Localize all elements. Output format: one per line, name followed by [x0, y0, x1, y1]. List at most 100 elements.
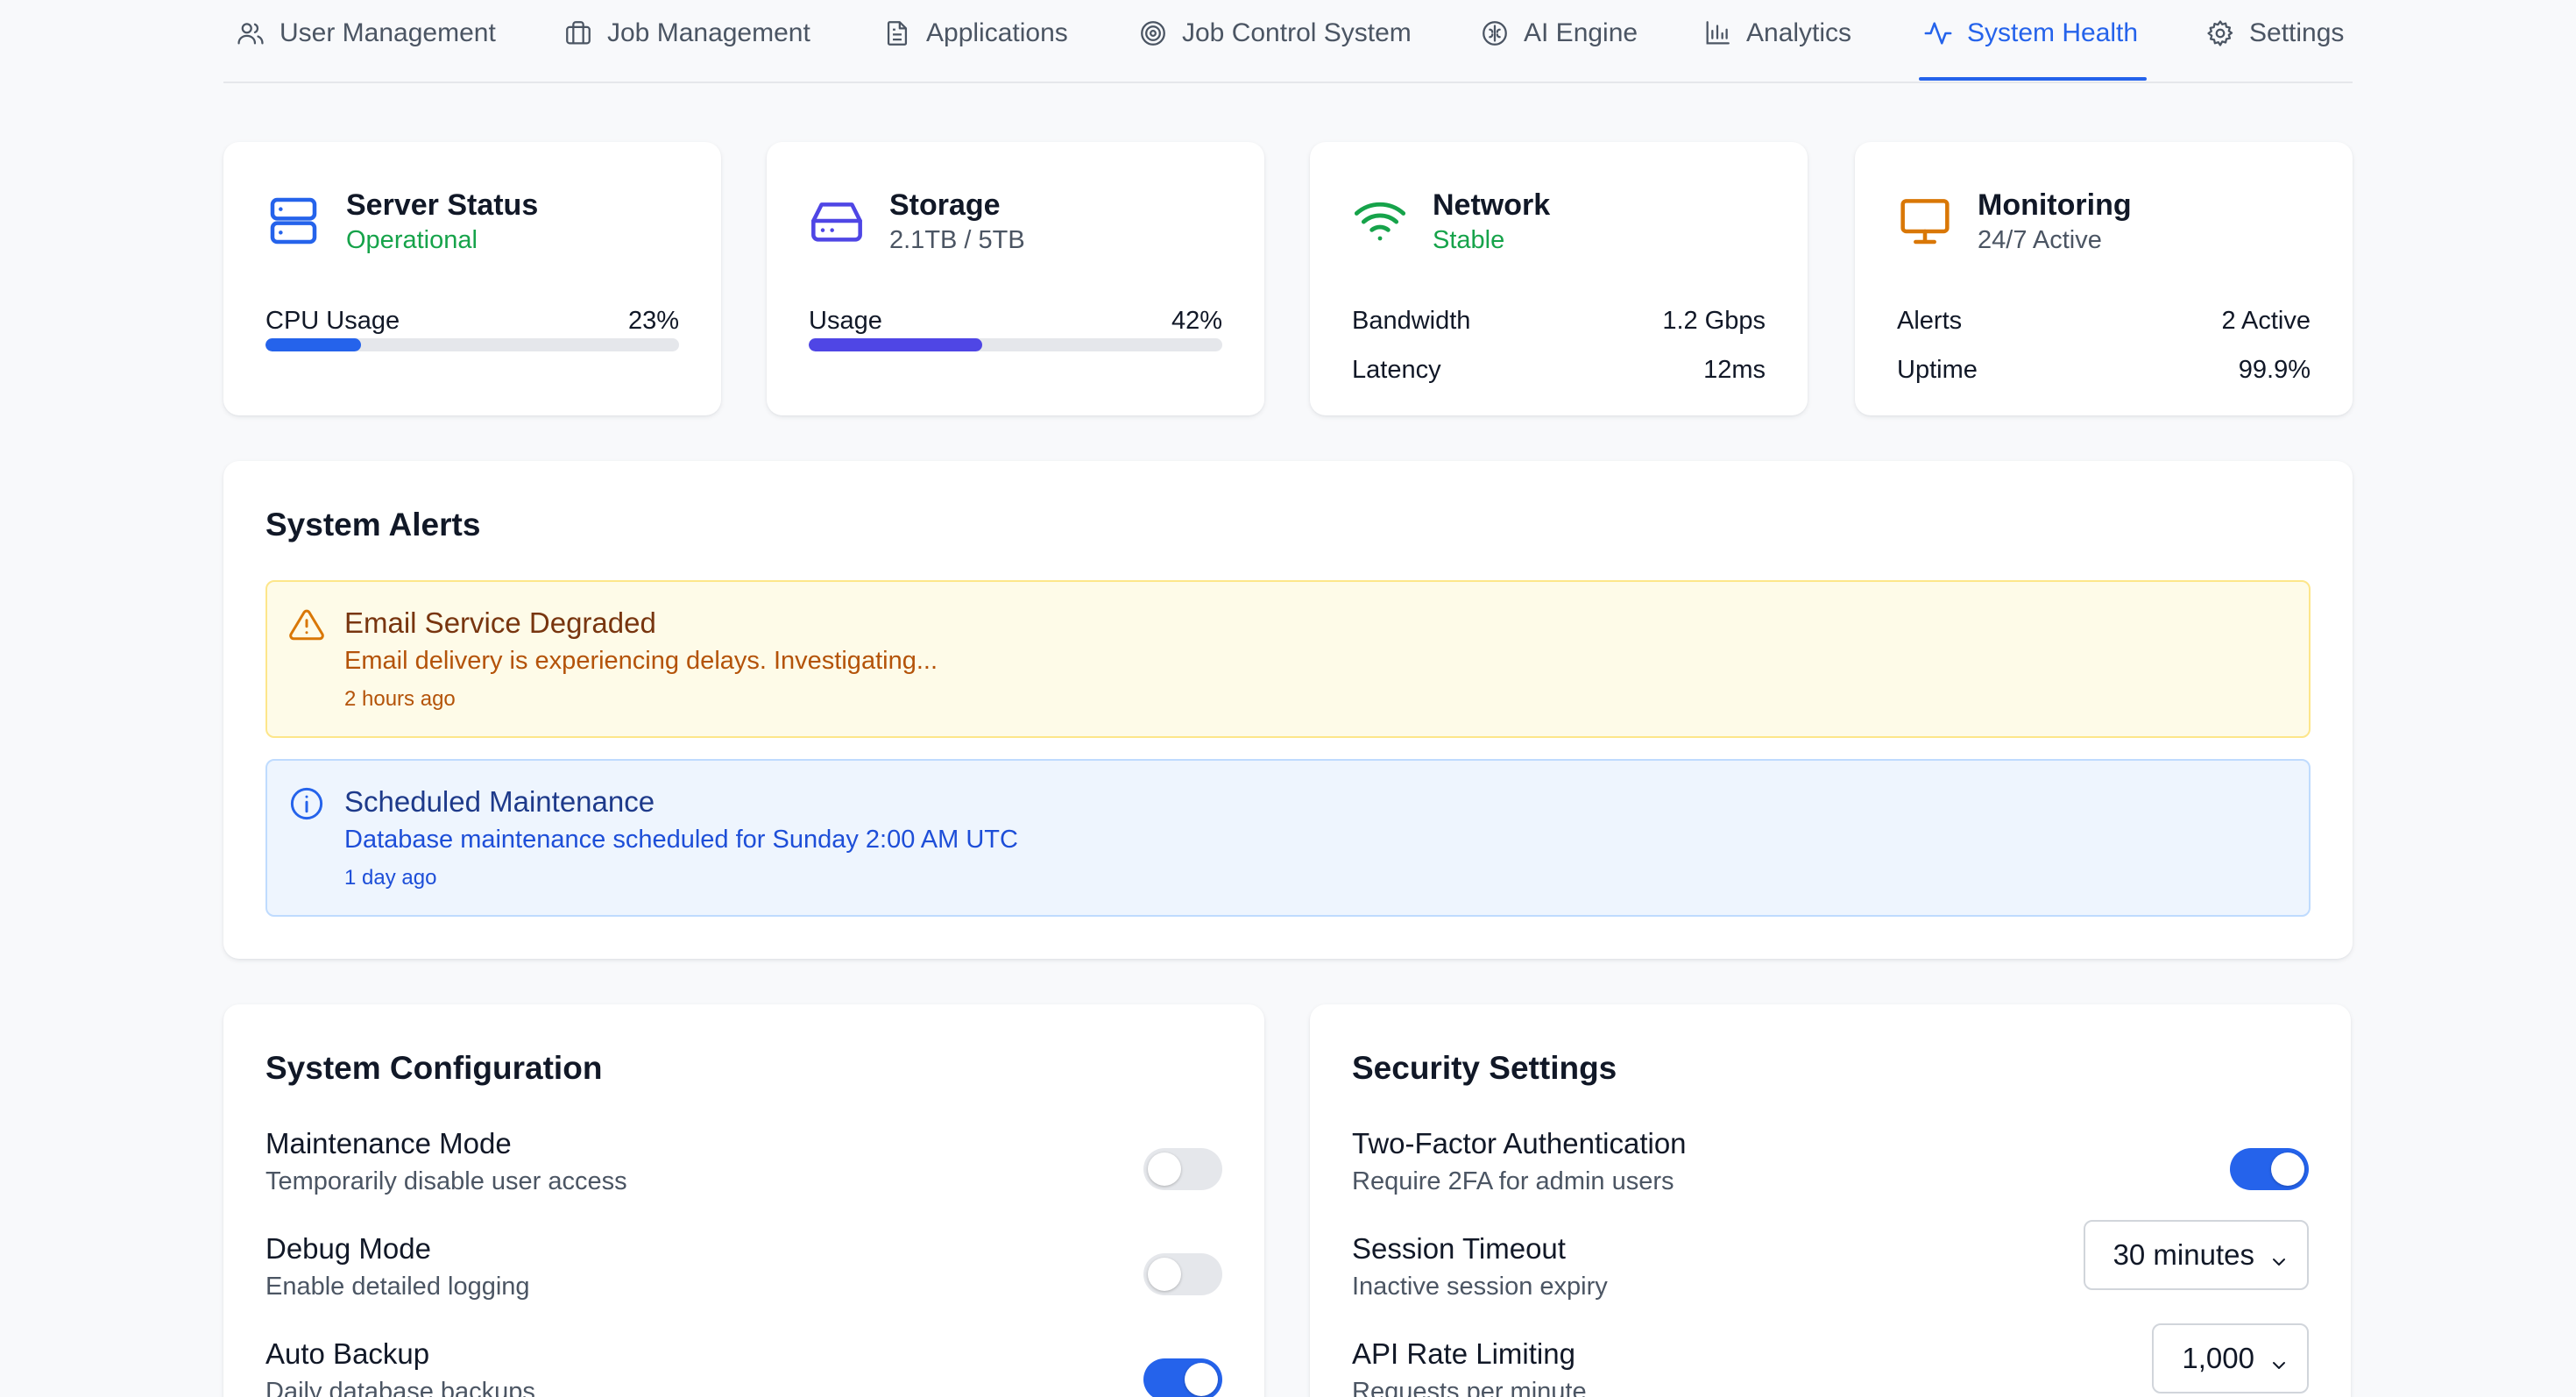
- metric-value: 2 Active: [2221, 307, 2311, 335]
- tab-label: User Management: [280, 18, 496, 47]
- tab-label: AI Engine: [1524, 18, 1638, 47]
- select-value: 30 minutes: [2112, 1238, 2254, 1271]
- warning-triangle-icon: [288, 606, 325, 643]
- bar-chart-icon: [1702, 18, 1732, 48]
- info-circle-icon: [288, 785, 325, 822]
- brain-icon: [1480, 18, 1510, 48]
- setting-auto-backup: Auto Backup Daily database backups: [265, 1337, 1222, 1397]
- setting-label: API Rate Limiting: [1352, 1337, 1575, 1370]
- document-icon: [882, 18, 912, 48]
- activity-icon: [1923, 18, 1953, 48]
- setting-description: Inactive session expiry: [1352, 1273, 1608, 1301]
- setting-description: Temporarily disable user access: [265, 1167, 627, 1195]
- users-icon: [236, 18, 265, 48]
- tab-label: System Health: [1967, 18, 2139, 47]
- setting-label: Auto Backup: [265, 1337, 430, 1370]
- auto-backup-toggle[interactable]: [1143, 1358, 1222, 1397]
- active-tab-indicator: [1919, 77, 2147, 81]
- alert-warning[interactable]: Email Service Degraded Email delivery is…: [265, 580, 2311, 738]
- alert-time: 2 hours ago: [344, 687, 456, 711]
- metric-label: Latency: [1352, 356, 1441, 384]
- tab-job-control-system[interactable]: Job Control System: [1138, 0, 1412, 66]
- server-status-text: Operational: [346, 226, 478, 254]
- toggle-knob: [2271, 1152, 2304, 1186]
- metric-value: 23%: [627, 307, 679, 335]
- top-nav: User Management Job Management Applicati…: [223, 0, 2353, 83]
- setting-maintenance-mode: Maintenance Mode Temporarily disable use…: [265, 1127, 1222, 1215]
- tab-label: Settings: [2249, 18, 2345, 47]
- two-factor-toggle[interactable]: [2230, 1148, 2309, 1190]
- section-title: System Alerts: [265, 507, 481, 542]
- tab-job-management[interactable]: Job Management: [563, 0, 810, 66]
- setting-label: Debug Mode: [265, 1232, 431, 1265]
- select-value: 1,000: [2182, 1342, 2254, 1374]
- metric-label: Uptime: [1897, 356, 1978, 384]
- tab-system-health[interactable]: System Health: [1923, 0, 2138, 66]
- system-configuration-card: System Configuration Maintenance Mode Te…: [223, 1004, 1264, 1397]
- storage-progress-bar: [809, 338, 1222, 351]
- alert-info[interactable]: Scheduled Maintenance Database maintenan…: [265, 759, 2311, 917]
- setting-debug-mode: Debug Mode Enable detailed logging: [265, 1232, 1222, 1320]
- card-title: Monitoring: [1978, 188, 2132, 222]
- metric-value: 12ms: [1703, 356, 1766, 384]
- maintenance-mode-toggle[interactable]: [1143, 1148, 1222, 1190]
- tab-label: Job Control System: [1182, 18, 1412, 47]
- metric-value: 42%: [1171, 307, 1222, 335]
- tab-applications[interactable]: Applications: [882, 0, 1068, 66]
- card-title: Network: [1433, 188, 1551, 222]
- api-rate-limit-select[interactable]: 1,000: [2152, 1323, 2309, 1393]
- target-icon: [1138, 18, 1168, 48]
- setting-session-timeout: Session Timeout Inactive session expiry …: [1352, 1220, 2309, 1320]
- storage-progress-fill: [809, 338, 983, 351]
- server-status-card: Server Status Operational CPU Usage 23%: [223, 142, 721, 415]
- toggle-knob: [1148, 1258, 1181, 1291]
- tab-settings[interactable]: Settings: [2205, 0, 2344, 66]
- tab-ai-engine[interactable]: AI Engine: [1480, 0, 1638, 66]
- toggle-knob: [1185, 1363, 1218, 1396]
- setting-label: Session Timeout: [1352, 1232, 1566, 1265]
- card-title: Server Status: [346, 188, 539, 222]
- tab-label: Applications: [926, 18, 1068, 47]
- metric-label: Bandwidth: [1352, 307, 1471, 335]
- cpu-progress-fill: [265, 338, 361, 351]
- tab-label: Analytics: [1746, 18, 1852, 47]
- setting-description: Require 2FA for admin users: [1352, 1167, 1674, 1195]
- gear-icon: [2205, 18, 2235, 48]
- system-health-page: User Management Job Management Applicati…: [0, 0, 2576, 1397]
- toggle-knob: [1148, 1152, 1181, 1186]
- main-container: User Management Job Management Applicati…: [223, 0, 2353, 1397]
- alert-message: Email delivery is experiencing delays. I…: [344, 647, 938, 675]
- metric-label: Usage: [809, 307, 882, 335]
- cpu-progress-bar: [265, 338, 679, 351]
- metric-value: 99.9%: [2238, 356, 2311, 384]
- metric-label: Alerts: [1897, 307, 1963, 335]
- monitoring-status-text: 24/7 Active: [1978, 226, 2102, 254]
- briefcase-icon: [563, 18, 593, 48]
- alert-time: 1 day ago: [344, 866, 437, 890]
- hard-drive-icon: [809, 193, 865, 249]
- alert-message: Database maintenance scheduled for Sunda…: [344, 826, 1018, 854]
- storage-card: Storage 2.1TB / 5TB Usage 42%: [767, 142, 1264, 415]
- section-title: Security Settings: [1352, 1050, 1617, 1086]
- setting-description: Requests per minute: [1352, 1378, 1587, 1397]
- session-timeout-select[interactable]: 30 minutes: [2083, 1220, 2309, 1290]
- chevron-down-icon: [2268, 1350, 2289, 1371]
- setting-api-rate-limiting: API Rate Limiting Requests per minute 1,…: [1352, 1323, 2309, 1397]
- metric-value: 1.2 Gbps: [1662, 307, 1766, 335]
- chevron-down-icon: [2268, 1246, 2289, 1267]
- tab-user-management[interactable]: User Management: [236, 0, 496, 66]
- wifi-icon: [1352, 193, 1408, 249]
- alert-title: Email Service Degraded: [344, 606, 656, 639]
- debug-mode-toggle[interactable]: [1143, 1253, 1222, 1295]
- card-title: Storage: [889, 188, 1001, 222]
- alert-title: Scheduled Maintenance: [344, 785, 655, 818]
- network-card: Network Stable Bandwidth 1.2 Gbps Latenc…: [1310, 142, 1808, 415]
- security-settings-card: Security Settings Two-Factor Authenticat…: [1310, 1004, 2351, 1397]
- server-icon: [265, 193, 322, 249]
- setting-two-factor: Two-Factor Authentication Require 2FA fo…: [1352, 1127, 2309, 1215]
- network-status-text: Stable: [1433, 226, 1505, 254]
- tab-analytics[interactable]: Analytics: [1702, 0, 1851, 66]
- monitor-icon: [1897, 193, 1953, 249]
- setting-description: Enable detailed logging: [265, 1273, 530, 1301]
- setting-description: Daily database backups: [265, 1378, 535, 1397]
